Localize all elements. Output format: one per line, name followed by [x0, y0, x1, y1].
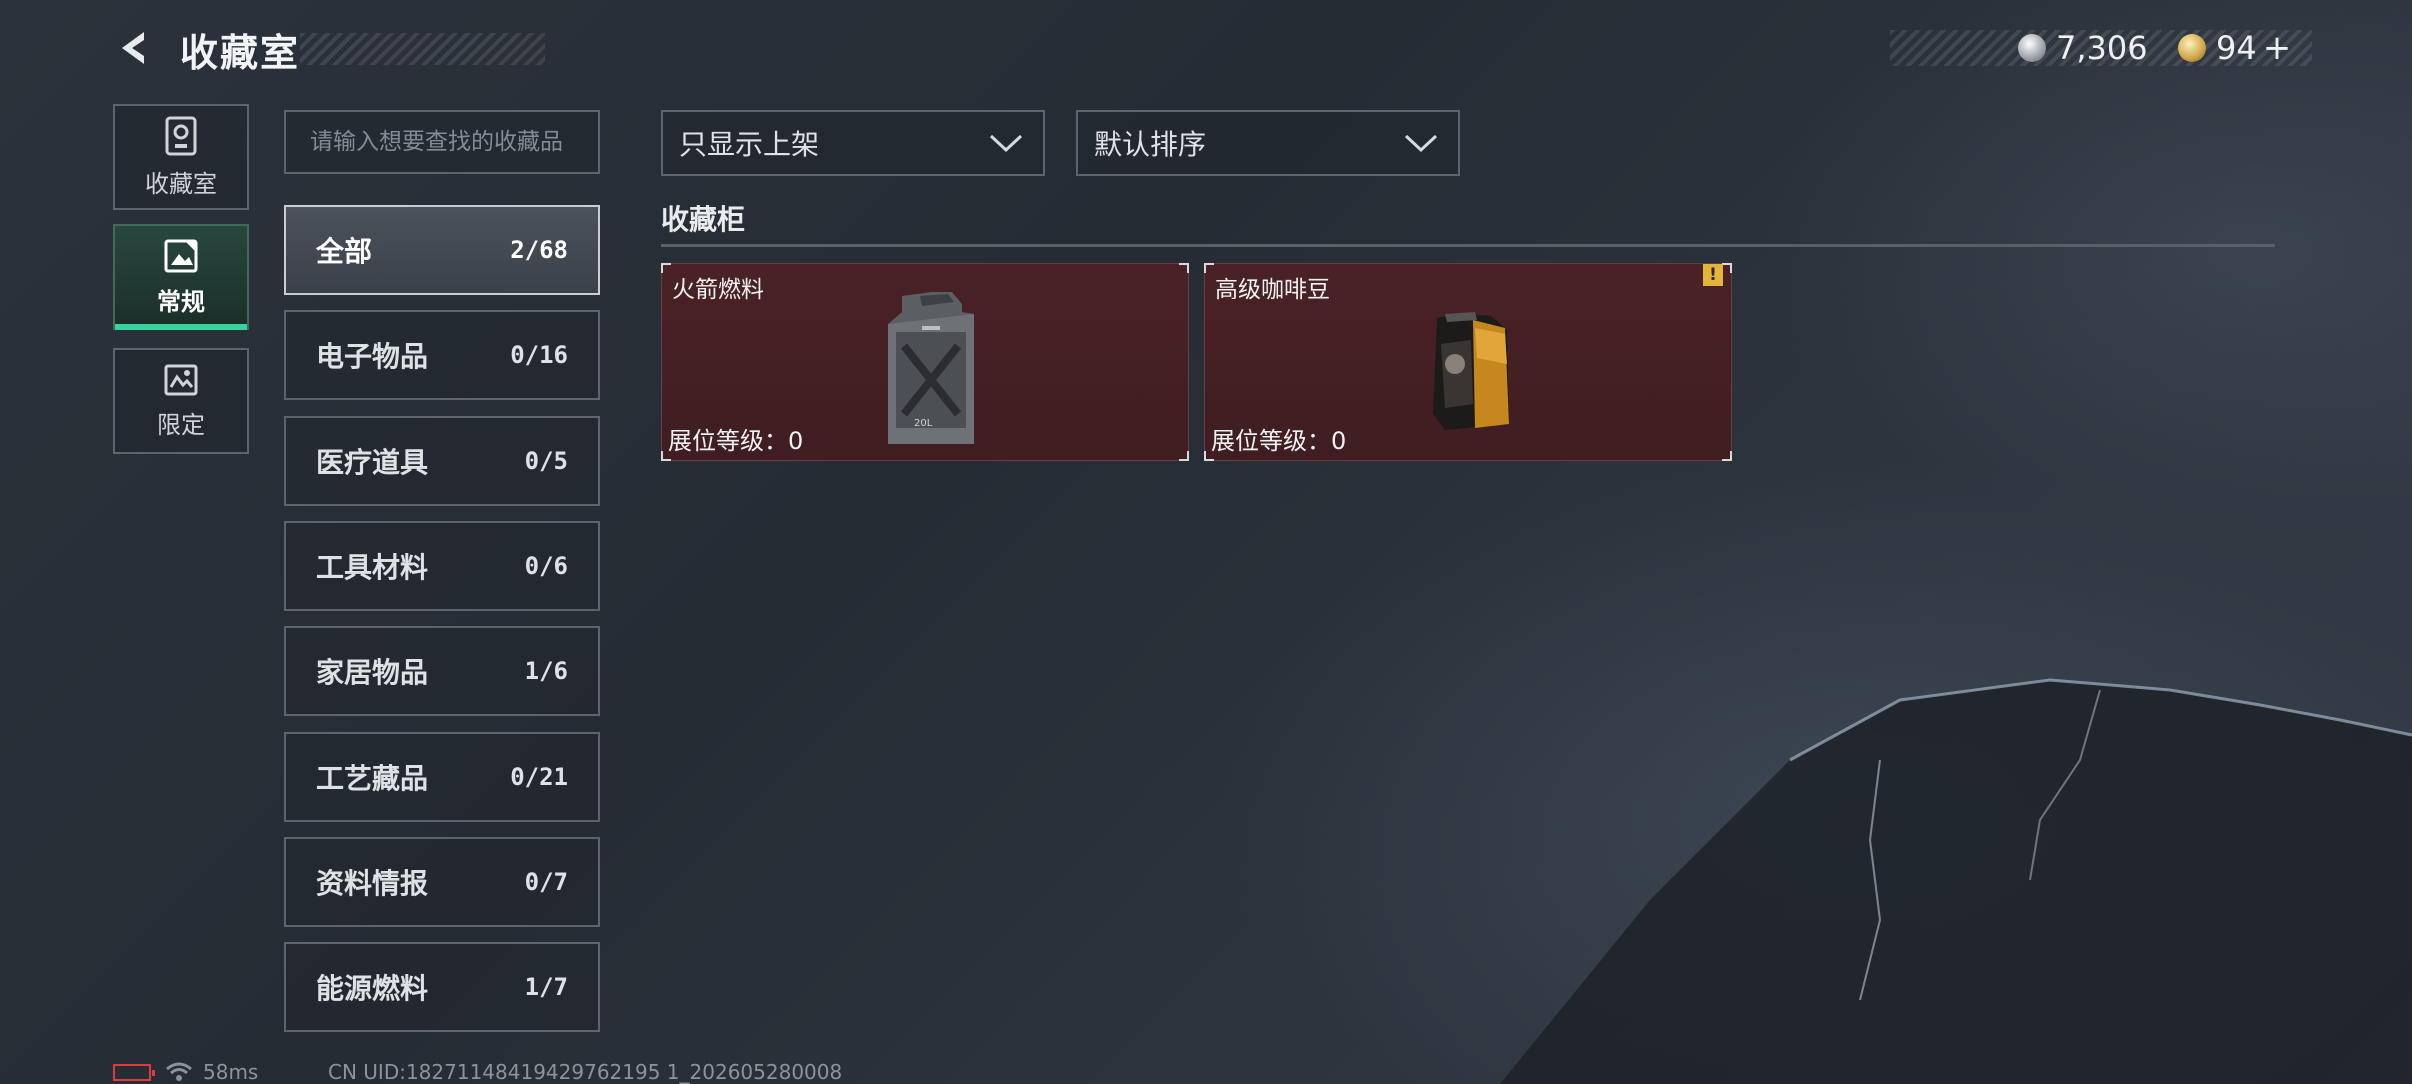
status-bar: 58ms — [113, 1060, 258, 1084]
category-name: 家居物品 — [316, 656, 429, 689]
chevron-down-icon — [989, 134, 1023, 153]
category-count: 0/6 — [524, 552, 568, 580]
side-nav-limited[interactable]: 限定 — [113, 348, 249, 454]
category-name: 全部 — [316, 235, 373, 268]
category-count: 0/21 — [510, 763, 568, 791]
side-nav-label: 收藏室 — [145, 169, 217, 198]
wifi-icon — [166, 1062, 192, 1081]
card-level: 展位等级：0 — [668, 427, 804, 455]
category-electronics[interactable]: 电子物品 0/16 — [284, 310, 600, 400]
page-title: 收藏室 — [180, 30, 301, 75]
chevron-down-icon — [1404, 134, 1438, 153]
sort-dropdown[interactable]: 默认排序 — [1076, 110, 1460, 176]
back-arrow-icon — [122, 32, 144, 64]
category-intel[interactable]: 资料情报 0/7 — [284, 837, 600, 927]
search-box[interactable] — [284, 110, 600, 174]
category-crafts[interactable]: 工艺藏品 0/21 — [284, 732, 600, 822]
uid-text: CN UID:18271148419429762195 1_2026052800… — [328, 1060, 843, 1084]
category-fuel[interactable]: 能源燃料 1/7 — [284, 942, 600, 1032]
warning-badge[interactable]: ! — [1703, 264, 1723, 286]
coffee-bean-bag-icon — [1433, 312, 1509, 430]
section-title: 收藏柜 — [661, 203, 746, 236]
category-tools[interactable]: 工具材料 0/6 — [284, 521, 600, 611]
side-nav-collection-room[interactable]: 收藏室 — [113, 104, 249, 210]
section-divider — [661, 244, 2275, 247]
category-count: 0/5 — [524, 447, 568, 475]
category-household[interactable]: 家居物品 1/6 — [284, 626, 600, 716]
category-count: 2/68 — [510, 236, 568, 264]
category-name: 工具材料 — [316, 551, 429, 584]
side-nav-label: 常规 — [157, 287, 205, 316]
card-level: 展位等级：0 — [1211, 427, 1347, 455]
fuel-jerrycan-icon: 20L — [888, 292, 974, 444]
side-nav-regular[interactable]: 常规 — [113, 224, 249, 330]
show-filter-dropdown[interactable]: 只显示上架 — [661, 110, 1045, 176]
battery-icon — [113, 1063, 155, 1081]
category-count: 0/7 — [524, 868, 568, 896]
category-count: 1/7 — [524, 973, 568, 1001]
category-name: 医疗道具 — [316, 446, 429, 479]
active-indicator — [115, 324, 247, 330]
currency-silver: 7,306 — [2018, 26, 2148, 70]
currency-gold[interactable]: 94 + — [2178, 26, 2291, 70]
limited-picture-icon — [164, 364, 198, 395]
sort-value: 默认排序 — [1094, 128, 1207, 161]
silver-coin-icon — [2018, 34, 2046, 62]
card-item-name: 高级咖啡豆 — [1215, 277, 1330, 303]
currency-silver-value: 7,306 — [2056, 29, 2148, 67]
svg-text:20L: 20L — [914, 418, 933, 429]
add-currency-icon[interactable]: + — [2263, 28, 2292, 68]
image-card-icon — [164, 239, 198, 272]
title-decoration — [300, 33, 545, 65]
trophy-icon — [165, 116, 197, 155]
card-item-name: 火箭燃料 — [672, 277, 764, 303]
show-filter-value: 只显示上架 — [679, 128, 820, 161]
search-input[interactable] — [308, 128, 592, 156]
collection-card[interactable]: 火箭燃料 20L 展位等级：0 — [661, 263, 1189, 461]
category-all[interactable]: 全部 2/68 — [284, 205, 600, 295]
category-name: 能源燃料 — [316, 972, 429, 1005]
side-nav-label: 限定 — [157, 410, 205, 439]
gold-coin-icon — [2178, 34, 2206, 62]
category-name: 工艺藏品 — [316, 762, 429, 795]
collection-card[interactable]: 高级咖啡豆 ! 展位等级：0 — [1204, 263, 1732, 461]
page-title-wrap: 收藏室 — [180, 24, 301, 75]
back-button[interactable] — [112, 26, 156, 70]
category-name: 电子物品 — [316, 340, 429, 373]
category-medical[interactable]: 医疗道具 0/5 — [284, 416, 600, 506]
ping-value: 58ms — [203, 1060, 259, 1084]
currency-gold-value: 94 — [2216, 29, 2257, 67]
category-count: 0/16 — [510, 341, 568, 369]
category-count: 1/6 — [524, 657, 568, 685]
category-name: 资料情报 — [316, 867, 429, 900]
